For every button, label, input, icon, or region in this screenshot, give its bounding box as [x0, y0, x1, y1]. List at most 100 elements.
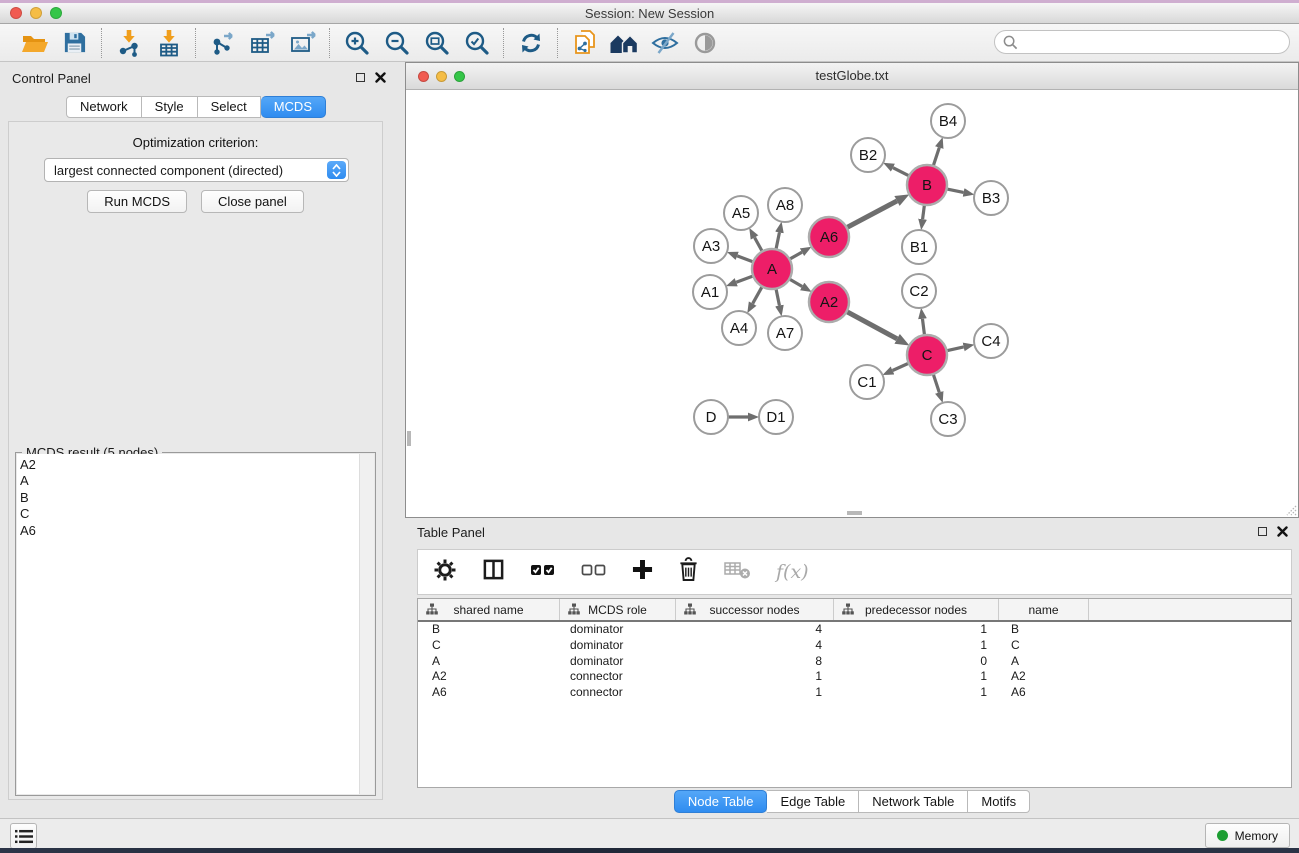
tab-style[interactable]: Style	[142, 96, 198, 118]
cell: connector	[560, 685, 676, 701]
edge-A2-C[interactable]	[845, 311, 897, 339]
float-panel-icon[interactable]	[356, 73, 365, 82]
tab-select[interactable]: Select	[198, 96, 261, 118]
save-floppy-icon	[62, 30, 87, 55]
table-float-panel-icon[interactable]	[1258, 527, 1267, 536]
hide-graphics-details-button[interactable]	[649, 27, 680, 58]
result-item[interactable]: A2	[20, 457, 360, 473]
mcds-panel: Optimization criterion: largest connecte…	[8, 121, 383, 800]
node-label-C: C	[922, 347, 933, 364]
column-header-predecessor-nodes[interactable]: predecessor nodes	[834, 599, 999, 620]
table-settings-button[interactable]	[433, 558, 457, 587]
export-image-button[interactable]	[287, 27, 318, 58]
zoom-selected-button[interactable]	[461, 27, 492, 58]
import-network-icon	[116, 29, 142, 57]
cell: A2	[999, 669, 1089, 685]
tab-edge-table[interactable]: Edge Table	[767, 790, 859, 813]
result-item[interactable]: A6	[20, 523, 360, 539]
tab-node-table[interactable]: Node Table	[674, 790, 768, 813]
table-close-panel-icon[interactable]	[1277, 526, 1288, 537]
tab-mcds[interactable]: MCDS	[261, 96, 326, 118]
function-builder-button[interactable]: f(x)	[776, 561, 809, 583]
delete-table-icon	[724, 561, 751, 579]
mcds-result-list[interactable]: A2ABCA6	[17, 454, 360, 794]
home-button[interactable]	[609, 27, 640, 58]
node-label-B3: B3	[982, 190, 1000, 207]
attribute-tree-icon	[568, 603, 580, 615]
optimization-criterion-select[interactable]: largest connected component (directed)	[44, 158, 349, 182]
column-header-MCDS-role[interactable]: MCDS role	[560, 599, 676, 620]
network-graph[interactable]: B4B2BB3A5A8A6A3AB1A1C2A2A4A7CC4C1C3DD1	[406, 89, 1297, 516]
tab-network[interactable]: Network	[66, 96, 142, 118]
network-vertical-scroll-thumb[interactable]	[407, 431, 411, 446]
open-session-button[interactable]	[19, 27, 50, 58]
node-label-A7: A7	[776, 325, 794, 342]
table-row[interactable]: Bdominator41B	[418, 622, 1291, 638]
tab-network-table[interactable]: Network Table	[859, 790, 968, 813]
control-panel-tabs: NetworkStyleSelectMCDS	[0, 96, 392, 118]
save-session-button[interactable]	[59, 27, 90, 58]
table-row[interactable]: Adominator80A	[418, 654, 1291, 670]
cell: A6	[999, 685, 1089, 701]
titlebar: Session: New Session	[0, 3, 1299, 24]
zoom-in-button[interactable]	[341, 27, 372, 58]
table-row[interactable]: A2connector11A2	[418, 669, 1291, 685]
table-row[interactable]: Cdominator41C	[418, 638, 1291, 654]
delete-column-button[interactable]	[678, 557, 699, 587]
cell: 1	[676, 685, 834, 701]
column-header-successor-nodes[interactable]: successor nodes	[676, 599, 834, 620]
memory-button[interactable]: Memory	[1205, 823, 1290, 848]
zoom-fit-icon	[424, 30, 450, 56]
export-network-button[interactable]	[207, 27, 238, 58]
node-label-D1: D1	[766, 409, 785, 426]
result-item[interactable]: B	[20, 490, 360, 506]
optimization-criterion-label: Optimization criterion:	[9, 135, 382, 150]
zoom-out-button[interactable]	[381, 27, 412, 58]
select-stepper-icon	[327, 161, 346, 179]
run-mcds-button[interactable]: Run MCDS	[87, 190, 187, 213]
network-window-titlebar[interactable]: testGlobe.txt	[406, 63, 1298, 90]
memory-label: Memory	[1235, 829, 1278, 843]
result-list-scrollbar[interactable]	[359, 454, 374, 794]
column-header-shared-name[interactable]: shared name	[418, 599, 560, 620]
deselect-all-columns-button[interactable]	[581, 563, 607, 582]
refresh-button[interactable]	[515, 27, 546, 58]
trash-icon	[678, 557, 699, 582]
application-window: Session: New Session	[0, 0, 1299, 853]
edge-A6-B[interactable]	[845, 201, 897, 229]
select-all-columns-button[interactable]	[530, 563, 556, 582]
node-label-A8: A8	[776, 197, 794, 214]
export-network-icon	[209, 30, 237, 56]
zoom-selected-icon	[464, 30, 490, 56]
cell: A	[999, 654, 1089, 670]
copy-network-icon	[572, 29, 598, 57]
close-panel-button[interactable]: Close panel	[201, 190, 304, 213]
resize-grip-icon[interactable]	[1284, 503, 1297, 516]
task-history-button[interactable]	[10, 823, 37, 849]
node-label-D: D	[706, 409, 717, 426]
cell: A6	[418, 685, 560, 701]
import-table-button[interactable]	[153, 27, 184, 58]
column-header-name[interactable]: name	[999, 599, 1089, 620]
split-column-view-button[interactable]	[482, 558, 505, 586]
node-table-header: shared nameMCDS rolesuccessor nodesprede…	[418, 599, 1291, 622]
close-panel-icon[interactable]	[375, 72, 386, 83]
network-horizontal-scroll-thumb[interactable]	[847, 511, 862, 515]
tab-motifs[interactable]: Motifs	[968, 790, 1030, 813]
result-item[interactable]: C	[20, 506, 360, 522]
export-table-button[interactable]	[247, 27, 278, 58]
add-column-button[interactable]	[632, 559, 653, 585]
cell: 0	[834, 654, 999, 670]
result-item[interactable]: A	[20, 473, 360, 489]
search-field[interactable]	[994, 30, 1290, 54]
import-network-button[interactable]	[113, 27, 144, 58]
checked-boxes-icon	[530, 563, 556, 577]
delete-table-button[interactable]	[724, 561, 751, 584]
zoom-fit-button[interactable]	[421, 27, 452, 58]
cell: 1	[834, 685, 999, 701]
show-graphics-details-button[interactable]	[689, 27, 720, 58]
copy-network-button[interactable]	[569, 27, 600, 58]
node-label-A1: A1	[701, 284, 719, 301]
home-icon	[609, 31, 640, 55]
table-row[interactable]: A6connector11A6	[418, 685, 1291, 701]
